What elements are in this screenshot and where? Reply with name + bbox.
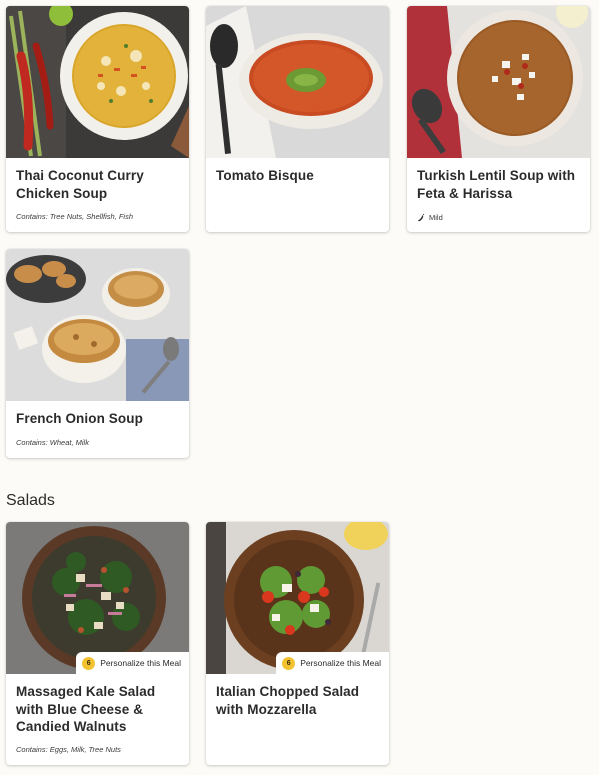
meal-card-french-onion[interactable]: French Onion Soup Contains: Wheat, Milk [6,249,189,458]
allergen-info: Contains: Tree Nuts, Shellfish, Fish [16,212,133,221]
meal-image-italian-chopped-salad: 6 Personalize this Meal [206,522,389,674]
customize-count-badge: 6 [282,656,296,670]
meal-title[interactable]: Massaged Kale Salad with Blue Cheese & C… [6,674,189,736]
meal-card-kale-salad[interactable]: 6 Personalize this Meal Massaged Kale Sa… [6,522,189,765]
customize-count-badge: 6 [82,656,96,670]
personalize-label: Personalize this Meal [300,658,381,668]
meal-image-kale-salad: 6 Personalize this Meal [6,522,189,674]
allergen-info: Contains: Eggs, Milk, Tree Nuts [16,745,121,754]
meal-image-french-onion [6,249,189,401]
meal-card-turkish-lentil[interactable]: Turkish Lentil Soup with Feta & Harissa … [407,6,590,232]
chili-pepper-icon [418,213,425,221]
personalize-label: Personalize this Meal [100,658,181,668]
meal-title[interactable]: Italian Chopped Salad with Mozzarella [206,674,389,718]
meal-title[interactable]: Thai Coconut Curry Chicken Soup [6,158,189,202]
spice-level: Mild [417,213,443,222]
section-heading-salads: Salads [6,492,55,509]
spice-label: Mild [429,213,443,222]
meal-card-thai-coconut-curry[interactable]: Thai Coconut Curry Chicken Soup Contains… [6,6,189,232]
allergen-info: Contains: Wheat, Milk [16,438,89,447]
meal-card-tomato-bisque[interactable]: Tomato Bisque [206,6,389,232]
meal-image-turkish-lentil [407,6,590,158]
meal-title[interactable]: Turkish Lentil Soup with Feta & Harissa [407,158,590,202]
meal-title[interactable]: Tomato Bisque [206,158,389,185]
meal-card-italian-chopped-salad[interactable]: 6 Personalize this Meal Italian Chopped … [206,522,389,765]
meal-image-tomato-bisque [206,6,389,158]
personalize-meal-button[interactable]: 6 Personalize this Meal [276,652,389,674]
personalize-meal-button[interactable]: 6 Personalize this Meal [76,652,189,674]
meal-image-thai-coconut-curry [6,6,189,158]
meal-title[interactable]: French Onion Soup [6,401,189,428]
